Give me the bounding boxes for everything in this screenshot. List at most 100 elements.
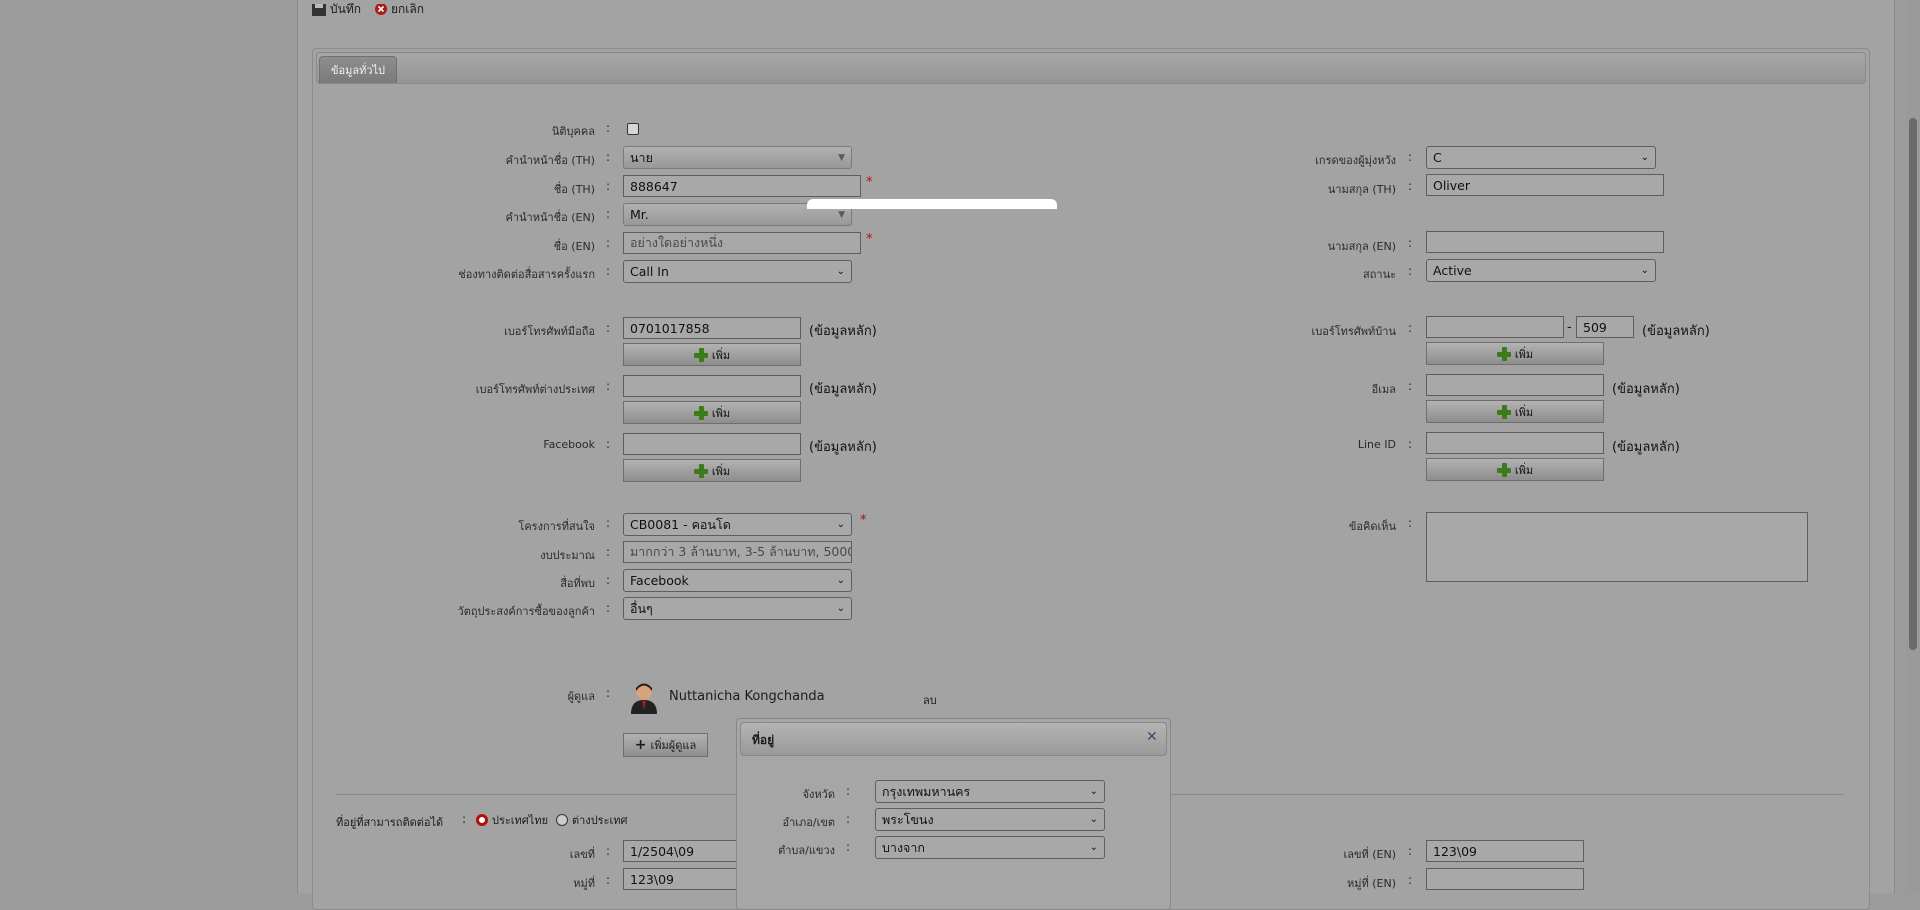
name-th-label: ชื่อ (TH) [553, 183, 595, 196]
surname-th-input[interactable]: Oliver [1426, 174, 1664, 196]
project-label: โครงการที่สนใจ [518, 520, 595, 533]
add-label: เพิ่ม [711, 348, 731, 362]
home-phone-input[interactable] [1426, 316, 1564, 338]
colon: : [846, 784, 851, 798]
facebook-label: Facebook [543, 438, 595, 451]
title-en-label: คำนำหน้าชื่อ (EN) [505, 211, 595, 224]
colon: : [606, 437, 611, 451]
contact-address-label: ที่อยู่ที่สามารถติดต่อได้ [336, 816, 444, 829]
subdistrict-select[interactable]: บางจาก ⌄ [875, 836, 1105, 859]
purpose-select[interactable]: อื่นๆ ⌄ [623, 597, 852, 620]
add-line-id-button[interactable]: เพิ่ม [1426, 458, 1604, 481]
chevron-down-icon: ⌄ [1089, 814, 1098, 825]
surname-en-label: นามสกุล (EN) [1327, 240, 1396, 253]
status-label: สถานะ [1363, 268, 1396, 281]
province-label: จังหวัด [802, 788, 835, 801]
subdistrict-label: ตำบล/แขวง [778, 844, 835, 857]
primary-hint: (ข้อมูลหลัก) [809, 440, 877, 455]
required-marker: * [866, 175, 873, 190]
colon: : [606, 516, 611, 530]
floppy-disk-icon [312, 3, 326, 16]
tab-bar [316, 52, 1866, 84]
province-value: กรุงเทพมหานคร [882, 783, 971, 799]
comment-label: ข้อคิดเห็น [1348, 520, 1396, 533]
colon: : [1408, 264, 1413, 278]
title-en-value: Mr. [630, 207, 649, 222]
colon: : [846, 812, 851, 826]
email-input[interactable] [1426, 374, 1604, 396]
primary-hint: (ข้อมูลหลัก) [809, 382, 877, 397]
radio-foreign-label: ต่างประเทศ [572, 814, 628, 827]
colon: : [846, 840, 851, 854]
name-en-input[interactable]: อย่างใดอย่างหนึ่ง [623, 232, 861, 254]
delete-owner-link[interactable]: ลบ [923, 691, 937, 709]
add-facebook-button[interactable]: เพิ่ม [623, 459, 801, 482]
colon: : [1408, 379, 1413, 393]
primary-hint: (ข้อมูลหลัก) [1642, 324, 1710, 339]
add-owner-button[interactable]: + เพิ่มผู้ดูแล [623, 733, 708, 757]
cancel-x-icon [375, 3, 387, 15]
colon: : [1408, 150, 1413, 164]
plus-icon: + [634, 737, 647, 753]
purpose-value: อื่นๆ [630, 600, 653, 616]
colon: : [606, 844, 611, 858]
add-home-phone-button[interactable]: เพิ่ม [1426, 342, 1604, 365]
province-select[interactable]: กรุงเทพมหานคร ⌄ [875, 780, 1105, 803]
address-dialog-title: ที่อยู่ [752, 733, 775, 747]
scrollbar-thumb[interactable] [1909, 118, 1917, 650]
close-icon[interactable]: ✕ [1146, 729, 1158, 745]
intl-phone-input[interactable] [623, 375, 801, 397]
first-contact-select[interactable]: Call In ⌄ [623, 260, 852, 283]
colon: : [606, 601, 611, 615]
add-mobile-button[interactable]: เพิ่ม [623, 343, 801, 366]
title-th-value: นาย [630, 149, 653, 165]
radio-foreign[interactable]: ต่างประเทศ [556, 811, 627, 829]
add-email-button[interactable]: เพิ่ม [1426, 400, 1604, 423]
juristic-label: นิติบุคคล [551, 125, 595, 138]
colon: : [606, 207, 611, 221]
moo-en-input[interactable] [1426, 868, 1584, 890]
facebook-input[interactable] [623, 433, 801, 455]
add-intl-phone-button[interactable]: เพิ่ม [623, 401, 801, 424]
add-label: เพิ่ม [1514, 405, 1534, 419]
name-th-input[interactable]: 888647 [623, 175, 861, 197]
status-select[interactable]: Active ⌄ [1426, 259, 1656, 282]
required-marker: * [860, 513, 867, 528]
colon: : [1408, 437, 1413, 451]
colon: : [462, 812, 467, 826]
intl-phone-label: เบอร์โทรศัพท์ต่างประเทศ [475, 383, 595, 396]
grade-select[interactable]: C ⌄ [1426, 146, 1656, 169]
chevron-down-icon: ⌄ [1640, 265, 1649, 276]
chevron-down-icon: ⌄ [1089, 786, 1098, 797]
home-phone-ext-input[interactable]: 509 [1576, 316, 1634, 338]
colon: : [606, 379, 611, 393]
tab-general[interactable]: ข้อมูลทั่วไป [319, 56, 397, 83]
juristic-checkbox[interactable] [627, 123, 639, 135]
radio-thailand[interactable]: ประเทศไทย [476, 811, 548, 829]
mobile-input[interactable]: 0701017858 [623, 317, 801, 339]
chevron-down-icon: ⌄ [1089, 842, 1098, 853]
subdistrict-value: บางจาก [882, 839, 925, 855]
add-label: เพิ่ม [711, 406, 731, 420]
district-select[interactable]: พระโขนง ⌄ [875, 808, 1105, 831]
grade-label: เกรดของผู้มุ่งหวัง [1315, 154, 1396, 167]
cancel-button[interactable]: ยกเลิก [374, 0, 424, 19]
colon: : [1408, 236, 1413, 250]
colon: : [1408, 516, 1413, 530]
radio-thailand-label: ประเทศไทย [492, 814, 549, 827]
primary-hint: (ข้อมูลหลัก) [1612, 382, 1680, 397]
surname-en-input[interactable] [1426, 231, 1664, 253]
required-marker: * [866, 232, 873, 247]
colon: : [606, 321, 611, 335]
save-button[interactable]: บันทึก [311, 0, 361, 19]
comment-textarea[interactable] [1426, 512, 1808, 582]
title-th-select[interactable]: นาย ▼ [623, 146, 852, 169]
media-select[interactable]: Facebook ⌄ [623, 569, 852, 592]
status-value: Active [1433, 263, 1472, 278]
line-id-input[interactable] [1426, 432, 1604, 454]
budget-input[interactable]: มากกว่า 3 ล้านบาท, 3-5 ล้านบาท, 5000000 [623, 541, 852, 563]
number-en-input[interactable]: 123\09 [1426, 840, 1584, 862]
project-select[interactable]: CB0081 - คอนโด ⌄ [623, 513, 852, 536]
owner-label: ผู้ดูแล [567, 690, 595, 703]
address-dialog-header [740, 722, 1167, 756]
